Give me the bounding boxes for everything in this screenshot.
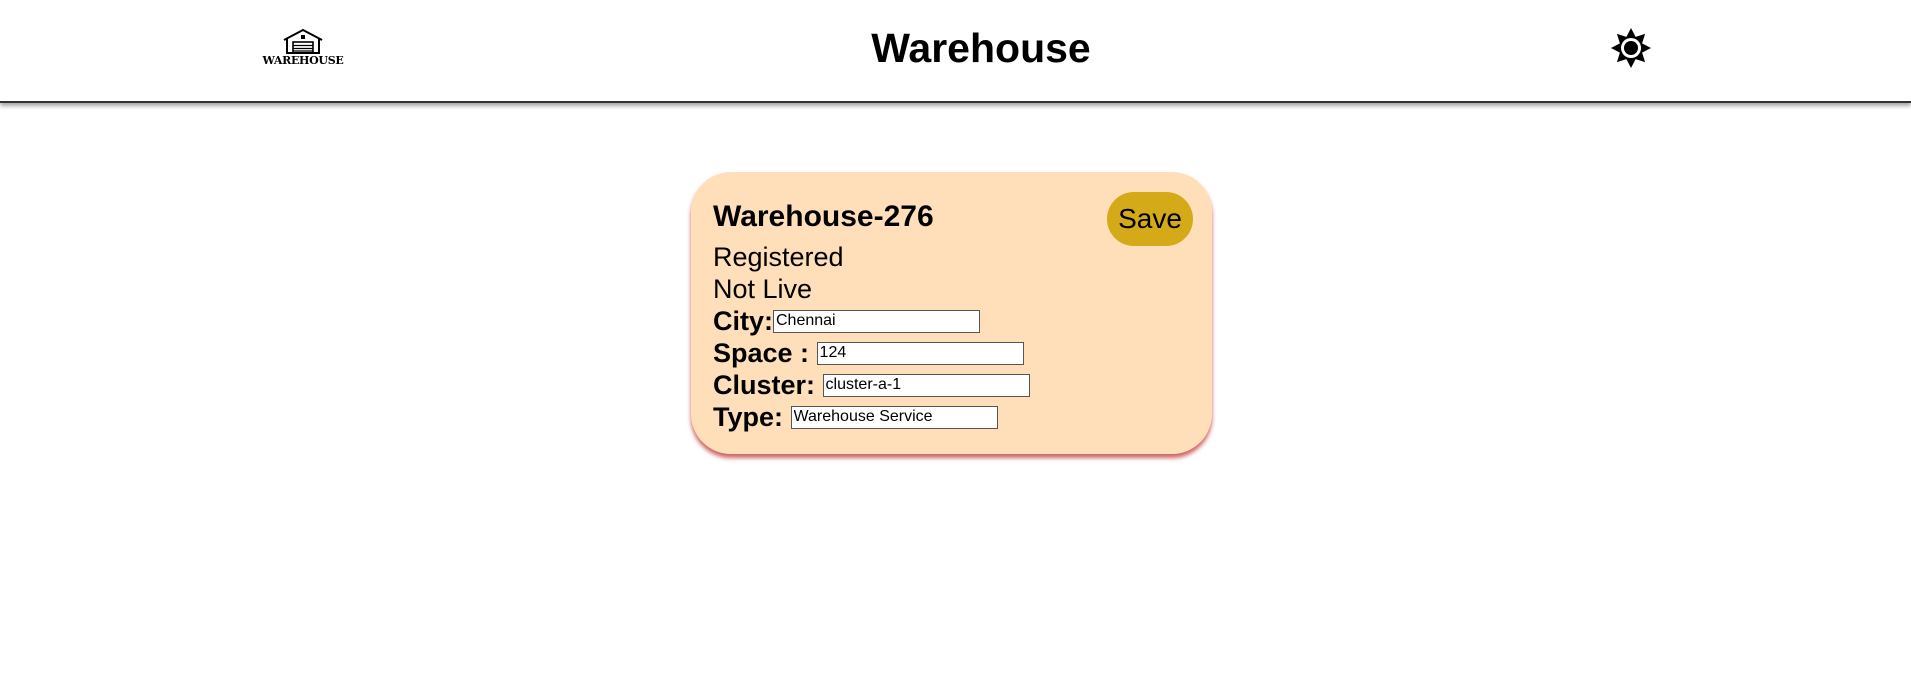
app-header: WAREHOUSE Warehouse <box>0 0 1911 103</box>
sun-icon <box>1611 28 1651 68</box>
cluster-label: Cluster: <box>713 370 823 400</box>
city-input[interactable] <box>773 309 980 333</box>
save-button[interactable]: Save <box>1107 192 1193 246</box>
space-row: Space : <box>713 337 1212 369</box>
city-row: City: <box>713 305 1212 337</box>
warehouse-card: Warehouse-276 Save Registered Not Live C… <box>691 172 1212 454</box>
city-label: City: <box>713 306 773 336</box>
theme-toggle-button[interactable] <box>1610 27 1652 69</box>
space-label: Space : <box>713 338 817 368</box>
space-input[interactable] <box>816 341 1024 365</box>
live-status: Not Live <box>713 274 813 304</box>
type-row: Type: <box>713 401 1212 433</box>
type-input[interactable] <box>790 405 998 429</box>
cluster-input[interactable] <box>822 373 1030 397</box>
cluster-row: Cluster: <box>713 369 1212 401</box>
type-label: Type: <box>713 402 791 432</box>
